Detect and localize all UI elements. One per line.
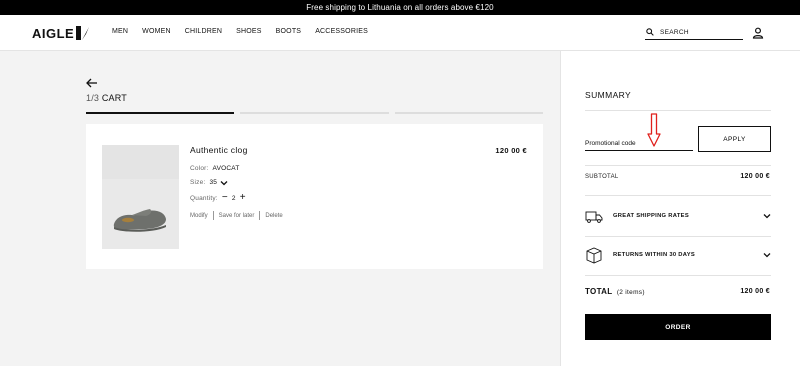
quantity-label: Quantity:	[190, 194, 218, 202]
checkout-step: 1/3 CART	[86, 93, 127, 103]
chevron-down-icon[interactable]	[220, 180, 228, 186]
total-title: TOTAL	[585, 287, 613, 296]
promo-code-input[interactable]	[585, 133, 693, 151]
cart-section: 1/3 CART Authentic clog 120 00 € Color: …	[0, 51, 560, 366]
product-price: 120 00 €	[495, 146, 527, 155]
shipping-rates-label: GREAT SHIPPING RATES	[613, 213, 689, 219]
progress-step-2	[240, 112, 389, 114]
nav-men[interactable]: MEN	[112, 28, 128, 35]
logo-year: 1853	[82, 29, 86, 37]
divider	[259, 211, 261, 220]
progress-step-1	[86, 112, 235, 114]
promo-banner: Free shipping to Lithuania on all orders…	[0, 0, 800, 15]
product-color: Color: AVOCAT	[190, 165, 240, 172]
promo-banner-text: Free shipping to Lithuania on all orders…	[306, 3, 494, 12]
product-quantity: Quantity: − 2 +	[190, 193, 250, 203]
delete-link[interactable]: Delete	[265, 213, 282, 219]
nav-shoes[interactable]: SHOES	[236, 28, 262, 35]
divider	[585, 110, 771, 111]
chevron-down-icon[interactable]	[763, 213, 771, 219]
apply-promo-button[interactable]: APPLY	[698, 126, 771, 152]
divider	[212, 211, 214, 220]
save-for-later-link[interactable]: Save for later	[219, 213, 255, 219]
divider	[585, 236, 771, 237]
order-summary: SUMMARY APPLY SUBTOTAL 120 00 € GREAT SH…	[560, 51, 800, 366]
nav-children[interactable]: CHILDREN	[185, 28, 222, 35]
search-icon[interactable]	[645, 27, 655, 37]
total-label: TOTAL (2 items)	[585, 287, 645, 296]
item-actions: Modify Save for later Delete	[190, 211, 283, 220]
nav-accessories[interactable]: ACCESSORIES	[315, 28, 368, 35]
color-label: Color:	[190, 165, 209, 172]
nav-women[interactable]: WOMEN	[142, 28, 171, 35]
brand-logo[interactable]: AIGLE 1853	[32, 24, 90, 42]
summary-title: SUMMARY	[585, 90, 632, 100]
order-button[interactable]: ORDER	[585, 314, 771, 340]
total-value: 120 00 €	[740, 288, 770, 295]
cart-item: Authentic clog 120 00 € Color: AVOCAT Si…	[86, 124, 543, 269]
divider	[585, 275, 771, 276]
search-box	[645, 25, 743, 40]
quantity-value: 2	[231, 194, 236, 202]
step-number: 1/3	[86, 93, 100, 103]
package-icon	[586, 247, 602, 264]
logo-wordmark: AIGLE	[32, 25, 75, 41]
checkout-progress	[86, 112, 543, 114]
product-name[interactable]: Authentic clog	[190, 145, 248, 155]
product-image[interactable]	[102, 145, 179, 249]
subtotal-label: SUBTOTAL	[585, 174, 619, 180]
clog-image	[113, 209, 166, 232]
total-item-count: (2 items)	[616, 289, 645, 296]
truck-icon	[585, 211, 603, 223]
search-input[interactable]	[660, 28, 740, 36]
subtotal-value: 120 00 €	[740, 173, 770, 180]
back-arrow-icon[interactable]	[86, 75, 98, 88]
divider	[585, 195, 771, 196]
size-value[interactable]: 35	[209, 179, 217, 186]
divider	[585, 165, 771, 166]
progress-step-3	[394, 112, 543, 114]
increase-quantity-button[interactable]: +	[240, 193, 246, 203]
nav-boots[interactable]: BOOTS	[276, 28, 302, 35]
size-label: Size:	[190, 179, 206, 186]
step-title: CART	[101, 93, 127, 103]
logo-mark: 1853	[76, 25, 90, 41]
returns-label: RETURNS WITHIN 30 DAYS	[613, 252, 696, 258]
color-value: AVOCAT	[212, 165, 240, 172]
chevron-down-icon[interactable]	[763, 252, 771, 258]
site-header: AIGLE 1853 MEN WOMEN CHILDREN SHOES BOOT…	[0, 15, 800, 51]
modify-link[interactable]: Modify	[190, 213, 208, 219]
decrease-quantity-button[interactable]: −	[222, 193, 228, 203]
main-nav: MEN WOMEN CHILDREN SHOES BOOTS ACCESSORI…	[112, 28, 382, 35]
shipping-rates-row[interactable]: GREAT SHIPPING RATES	[585, 205, 771, 227]
user-icon[interactable]	[752, 26, 764, 39]
returns-row[interactable]: RETURNS WITHIN 30 DAYS	[585, 244, 771, 266]
product-size[interactable]: Size: 35	[190, 179, 228, 186]
